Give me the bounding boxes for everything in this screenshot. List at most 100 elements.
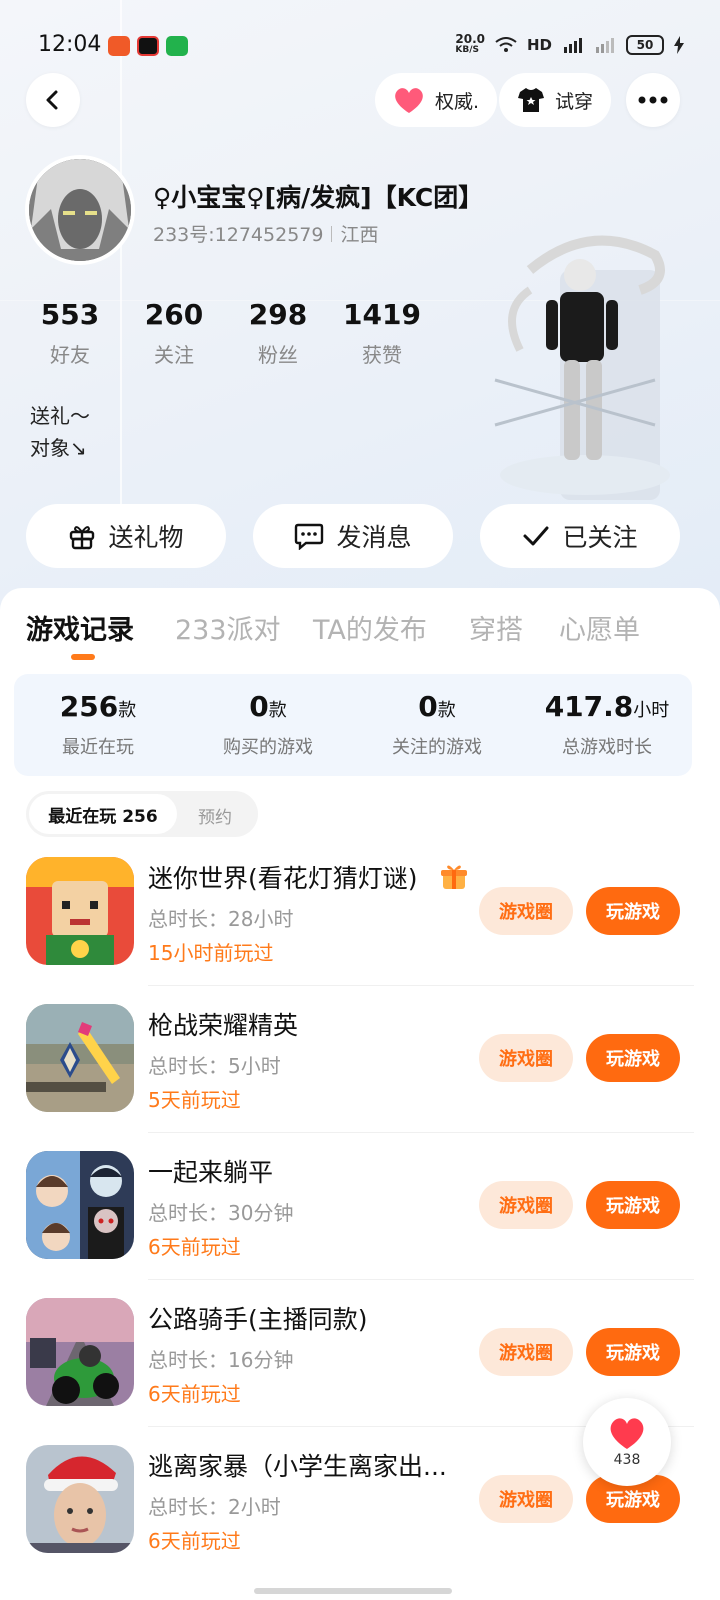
- summary-caption: 总游戏时长: [562, 737, 652, 758]
- chat-app-icon: [166, 36, 188, 56]
- back-button[interactable]: [26, 73, 80, 127]
- stat-likes[interactable]: 1419 获赞: [332, 298, 432, 368]
- bio-line: 对象↘: [30, 436, 87, 460]
- summary-value: 256: [59, 690, 119, 723]
- status-bar: 12:04 20.0 KB/S HD 50: [0, 0, 720, 90]
- try-on-button[interactable]: 试穿: [499, 73, 612, 127]
- game-circle-button[interactable]: 游戏圈: [479, 1034, 573, 1082]
- home-indicator: [254, 1588, 452, 1594]
- hd-indicator: HD: [526, 36, 552, 54]
- game-icon-image: [26, 1151, 134, 1259]
- play-game-button[interactable]: 玩游戏: [586, 1328, 680, 1376]
- tab-game-records[interactable]: 游戏记录: [26, 608, 134, 647]
- authority-button[interactable]: 权威.: [375, 73, 498, 127]
- followed-button[interactable]: 已关注: [480, 504, 680, 568]
- play-game-button[interactable]: 玩游戏: [586, 1181, 680, 1229]
- summary-caption: 关注的游戏: [392, 737, 482, 758]
- message-icon: [295, 523, 324, 550]
- stat-label: 获赞: [362, 343, 402, 367]
- stat-label: 粉丝: [258, 343, 298, 367]
- game-icon-gunfight-elite[interactable]: [26, 1004, 134, 1112]
- profile-bio: 送礼～ 对象↘: [30, 400, 90, 464]
- row-divider: [148, 1132, 694, 1133]
- profile-meta: 233号:127452579 江西: [153, 220, 378, 247]
- stat-friends[interactable]: 553 好友: [20, 298, 120, 368]
- game-last-played: 6天前玩过: [148, 1382, 241, 1406]
- stat-fans[interactable]: 298 粉丝: [228, 298, 328, 368]
- record-app-icon: [137, 36, 159, 56]
- send-message-label: 发消息: [336, 523, 412, 552]
- game-circle-button[interactable]: 游戏圈: [479, 1475, 573, 1523]
- followed-label: 已关注: [562, 523, 638, 552]
- stat-value: 260: [144, 298, 204, 331]
- send-gift-label: 送礼物: [108, 523, 184, 552]
- status-time: 12:04: [38, 32, 102, 57]
- game-last-played: 5天前玩过: [148, 1088, 241, 1112]
- game-icon-image: [26, 1298, 134, 1406]
- avatar[interactable]: [25, 155, 135, 265]
- game-icon-image: [26, 857, 134, 965]
- tab-posts[interactable]: TA的发布: [313, 608, 427, 647]
- game-circle-button[interactable]: 游戏圈: [479, 887, 573, 935]
- summary-followed: 0款 关注的游戏: [352, 690, 522, 759]
- game-duration: 总时长：5小时: [148, 1054, 281, 1078]
- row-divider: [148, 1279, 694, 1280]
- stat-value: 1419: [343, 298, 421, 331]
- game-icon-image: [26, 1445, 134, 1553]
- stat-value: 553: [40, 298, 100, 331]
- like-floating-button[interactable]: 438: [583, 1398, 671, 1486]
- summary-purchased: 0款 购买的游戏: [183, 690, 353, 759]
- back-arrow-icon: [46, 90, 58, 110]
- game-duration: 总时长：16分钟: [148, 1348, 294, 1372]
- game-row[interactable]: 一起来躺平 总时长：30分钟 6天前玩过 游戏圈 玩游戏: [0, 1151, 720, 1297]
- wifi-icon: [495, 37, 517, 52]
- summary-caption: 最近在玩: [62, 737, 134, 758]
- game-row[interactable]: 迷你世界(看花灯猜灯谜) 总时长：28小时 15小时前玩过 游戏圈 玩游戏: [0, 857, 720, 1003]
- charging-icon: [674, 36, 684, 54]
- summary-value: 417.8: [544, 690, 634, 723]
- net-speed-unit: KB/S: [455, 45, 479, 55]
- game-duration: 总时长：30分钟: [148, 1201, 294, 1225]
- game-last-played: 6天前玩过: [148, 1529, 241, 1553]
- avatar-image: [29, 159, 131, 261]
- tab-233-party[interactable]: 233派对: [175, 608, 281, 647]
- heart-like-icon: [610, 1418, 644, 1449]
- avatar-character-figure[interactable]: [490, 230, 700, 500]
- battery-indicator: 50: [626, 35, 664, 55]
- game-circle-button[interactable]: 游戏圈: [479, 1328, 573, 1376]
- heart-icon: [395, 88, 423, 113]
- play-game-button[interactable]: 玩游戏: [586, 1034, 680, 1082]
- summary-total-time: 417.8小时 总游戏时长: [522, 690, 692, 759]
- game-icon-road-rider[interactable]: [26, 1298, 134, 1406]
- game-title: 枪战荣耀精英: [148, 1011, 299, 1040]
- send-message-button[interactable]: 发消息: [253, 504, 453, 568]
- send-gift-button[interactable]: 送礼物: [26, 504, 226, 568]
- gift-badge-icon: [441, 865, 467, 889]
- stat-following[interactable]: 260 关注: [124, 298, 224, 368]
- summary-unit: 款: [118, 700, 137, 721]
- row-divider: [148, 985, 694, 986]
- tab-outfits[interactable]: 穿搭: [469, 608, 523, 647]
- subtab-recent[interactable]: 最近在玩 256: [29, 794, 177, 834]
- game-circle-button[interactable]: 游戏圈: [479, 1181, 573, 1229]
- summary-value: 0: [418, 690, 438, 723]
- game-icon-image: [26, 1004, 134, 1112]
- more-button[interactable]: [626, 73, 680, 127]
- game-icon-escape-home[interactable]: [26, 1445, 134, 1553]
- bio-line: 送礼～: [30, 404, 90, 428]
- game-title: 公路骑手(主播同款): [148, 1305, 368, 1334]
- game-row[interactable]: 枪战荣耀精英 总时长：5小时 5天前玩过 游戏圈 玩游戏: [0, 1004, 720, 1150]
- tab-wishlist[interactable]: 心愿单: [559, 608, 640, 647]
- play-game-button[interactable]: 玩游戏: [586, 887, 680, 935]
- tshirt-icon: [518, 88, 544, 112]
- game-icon-mini-world[interactable]: [26, 857, 134, 965]
- summary-value: 0: [249, 690, 269, 723]
- subtab-reserve[interactable]: 预约: [198, 803, 232, 828]
- profile-name: ♀小宝宝♀[病/发疯]【KC团】: [153, 183, 484, 212]
- summary-unit: 款: [268, 700, 287, 721]
- more-dots-icon: [638, 96, 668, 104]
- net-speed-value: 20.0: [455, 32, 485, 46]
- game-icon-lie-flat[interactable]: [26, 1151, 134, 1259]
- game-title: 一起来躺平: [148, 1158, 274, 1187]
- meta-divider: [331, 225, 333, 242]
